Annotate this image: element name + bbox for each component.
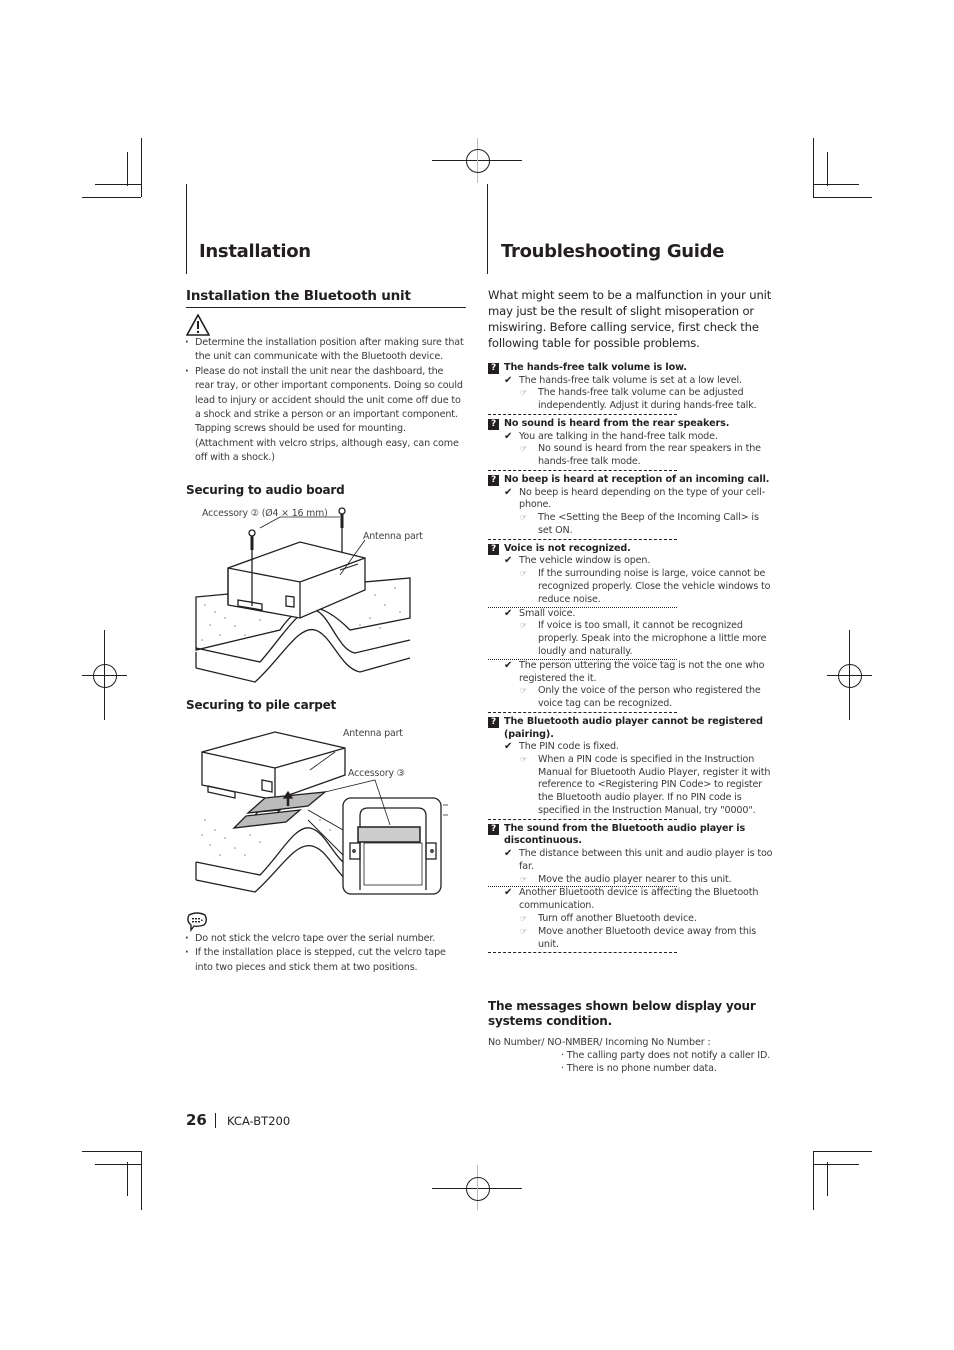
label-antenna-part: Antenna part — [363, 531, 423, 542]
pointing-hand-icon: ☞ — [520, 569, 528, 579]
messages-heading: The messages shown below display your sy… — [488, 999, 756, 1028]
remedy-item: ☞ The hands-free talk volume can be adjus… — [520, 387, 757, 412]
problem-item: ? Voice is not recognized. ✔ The vehicle wi… — [488, 543, 773, 713]
checkmark-icon: ✔ — [504, 374, 513, 386]
problem-item: ? No sound is heard from the rear speaker… — [488, 418, 773, 471]
audio-board-drawing — [195, 507, 411, 683]
warning-item: Please do not install the unit near the … — [185, 365, 465, 466]
problem-divider — [488, 538, 677, 540]
note-list: Do not stick the velcro tape over the se… — [185, 932, 465, 975]
section-title-installation: Installation — [199, 241, 311, 262]
checkmark-icon: ✔ — [504, 887, 513, 899]
checkmark-icon: ✔ — [504, 659, 513, 671]
cause-item: ✔ You are talking in the hand-free talk m… — [504, 430, 718, 442]
problem-title: ? No beep is heard at reception of an inc… — [488, 474, 773, 487]
pile-carpet-drawing — [195, 731, 448, 895]
pointing-hand-icon: ☞ — [520, 444, 528, 454]
message-meaning: · The calling party does not notify a ca… — [561, 1050, 771, 1061]
messages-list: No Number/ NO-NMBER/ Incoming No Number … — [488, 1036, 773, 1075]
troubleshooting-intro: What might seem to be a malfunction in y… — [488, 288, 772, 350]
subsection-title: Installation the Bluetooth unit — [186, 288, 411, 304]
problem-item: ? The sound from the Bluetooth audio play… — [488, 823, 773, 954]
cause-item: ✔ Small voice. — [504, 607, 576, 619]
problem-divider — [488, 469, 677, 471]
pointing-hand-icon: ☞ — [520, 914, 528, 924]
section-title-troubleshooting: Troubleshooting Guide — [501, 241, 725, 262]
question-mark-icon: ? — [488, 543, 499, 555]
question-mark-icon: ? — [488, 823, 499, 835]
problem-divider — [488, 952, 677, 954]
illustration-audio-board: Accessory ② (Ø4 × 16 mm) Antenna part — [190, 500, 430, 685]
section-bar-left — [186, 184, 187, 274]
remedy-item: ☞ Turn off another Bluetooth device. — [520, 913, 697, 925]
footer-divider — [215, 1113, 216, 1128]
problem-title: ? No sound is heard from the rear speaker… — [488, 418, 773, 431]
checkmark-icon: ✔ — [504, 848, 513, 860]
checkmark-icon: ✔ — [504, 486, 513, 498]
pointing-hand-icon: ☞ — [520, 874, 528, 884]
remedy-item: ☞ No sound is heard from the rear speaker… — [520, 443, 761, 468]
pointing-hand-icon: ☞ — [520, 513, 528, 523]
problem-divider — [488, 711, 677, 713]
problem-item: ? No beep is heard at reception of an inc… — [488, 474, 773, 540]
question-mark-icon: ? — [488, 363, 499, 374]
section-bar-right — [487, 184, 488, 274]
checkmark-icon: ✔ — [504, 741, 513, 753]
warning-triangle-icon — [185, 313, 211, 336]
heading-pile-carpet: Securing to pile carpet — [186, 698, 337, 712]
remedy-item: ☞ If the surrounding noise is large, voic… — [520, 568, 771, 605]
question-mark-icon: ? — [488, 474, 499, 486]
warning-item: Determine the installation position afte… — [185, 336, 465, 365]
cause-item: ✔ The distance between this unit and audi… — [504, 848, 773, 872]
page-number: 26 — [186, 1111, 207, 1129]
problem-title: ? The sound from the Bluetooth audio play… — [488, 823, 773, 848]
note-item: Do not stick the velcro tape over the se… — [185, 932, 465, 947]
message-label: No Number/ NO-NMBER/ Incoming No Number … — [488, 1037, 711, 1048]
remedy-item: ☞ Only the voice of the person who regist… — [520, 685, 761, 710]
checkmark-icon: ✔ — [504, 555, 513, 567]
note-speech-bubble-icon — [186, 912, 208, 933]
cause-item: ✔ The hands-free talk volume is set at a … — [504, 374, 742, 386]
problem-title: ? Voice is not recognized. — [488, 543, 773, 556]
cause-item: ✔ Another Bluetooth device is affecting t… — [504, 887, 759, 912]
heading-audio-board: Securing to audio board — [186, 483, 345, 497]
label-accessory-2: Accessory ② (Ø4 × 16 mm) — [202, 508, 328, 519]
problem-divider — [488, 818, 677, 820]
model-name: KCA-BT200 — [227, 1114, 291, 1128]
cause-item: ✔ The person uttering the voice tag is no… — [504, 659, 765, 684]
note-item: If the installation place is stepped, cu… — [185, 946, 465, 975]
remedy-item: ☞ If voice is too small, it cannot be rec… — [520, 620, 767, 657]
checkmark-icon: ✔ — [504, 607, 513, 619]
remedy-item: ☞ The <Setting the Beep of the Incoming C… — [520, 512, 759, 536]
message-meaning: · There is no phone number data. — [561, 1063, 717, 1074]
problem-item: ? The Bluetooth audio player cannot be re… — [488, 716, 773, 820]
question-mark-icon: ? — [488, 418, 499, 430]
remedy-item: ☞ When a PIN code is specified in the Ins… — [520, 753, 771, 817]
pointing-hand-icon: ☞ — [520, 388, 528, 398]
pointing-hand-icon: ☞ — [520, 926, 528, 936]
remedy-item: ☞ Move the audio player nearer to this un… — [520, 873, 732, 885]
illustration-pile-carpet: Antenna part Accessory ③ — [190, 720, 450, 898]
question-mark-icon: ? — [488, 716, 499, 728]
label-accessory-3: Accessory ③ — [348, 768, 405, 779]
cause-item: ✔ The PIN code is fixed. — [504, 741, 619, 753]
subsection-rule — [186, 307, 466, 308]
checkmark-icon: ✔ — [504, 430, 513, 442]
cause-item: ✔ No beep is heard depending on the type … — [504, 486, 766, 511]
problem-title: ? The hands-free talk volume is low. — [488, 362, 773, 375]
warning-list: Determine the installation position afte… — [185, 336, 465, 466]
pointing-hand-icon: ☞ — [520, 754, 528, 764]
problem-title: ? The Bluetooth audio player cannot be re… — [488, 716, 773, 741]
cause-item: ✔ The vehicle window is open. — [504, 555, 651, 567]
problem-item: ? The hands-free talk volume is low. ✔ The … — [488, 362, 773, 415]
problem-divider — [488, 413, 677, 415]
problem-list: ? The hands-free talk volume is low. ✔ The … — [488, 362, 773, 956]
label-antenna-part: Antenna part — [343, 728, 403, 739]
remedy-item: ☞ Move another Bluetooth device away from… — [520, 925, 757, 950]
pointing-hand-icon: ☞ — [520, 621, 528, 631]
pointing-hand-icon: ☞ — [520, 686, 528, 696]
